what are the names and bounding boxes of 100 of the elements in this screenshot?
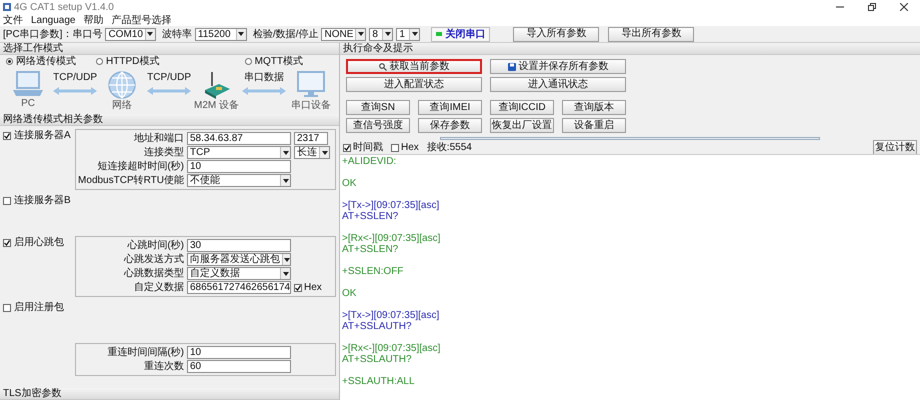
log-line: OK [342, 288, 356, 299]
menu-item[interactable]: Language [31, 14, 76, 26]
radio-label: 网络透传模式 [16, 56, 76, 67]
dropdown[interactable]: 不使能 [187, 174, 291, 187]
checkbox[interactable] [391, 144, 399, 152]
field-label: 心跳数据类型 [122, 268, 184, 279]
baud-dropdown[interactable]: 115200 [194, 28, 247, 40]
command-button[interactable]: 设备重启 [562, 118, 626, 133]
laptop-icon [13, 70, 44, 98]
reset-count-button[interactable]: 复位计数 [873, 140, 917, 155]
command-button[interactable]: 查询SN [346, 100, 410, 115]
caret-icon [282, 272, 288, 276]
section-header: 执行命令及提示 [340, 43, 920, 55]
log-line: +SSLEN:OFF [342, 266, 404, 277]
command-button[interactable]: 查信号强度 [346, 118, 410, 133]
checkbox[interactable] [3, 304, 11, 312]
checkbox-label: 时间戳 [353, 142, 383, 153]
caret-icon [282, 178, 288, 182]
radio-button[interactable] [244, 58, 252, 65]
restore-icon[interactable] [868, 3, 876, 11]
caret-icon [322, 150, 328, 154]
format-label: 检验/数据/停止 [252, 28, 318, 42]
port-dropdown[interactable]: COM10 [105, 28, 156, 40]
field-label: ModbusTCP转RTU使能 [77, 175, 184, 186]
globe-icon [107, 70, 138, 100]
radio-label: HTTPD模式 [106, 56, 160, 67]
command-button[interactable]: 查询IMEI [418, 100, 482, 115]
port-label: [PC串口参数]：串口号 [3, 28, 102, 42]
export-button[interactable]: 导出所有参数 [608, 26, 694, 42]
import-button[interactable]: 导入所有参数 [513, 26, 600, 42]
log-line: +ALIDEVID: [342, 156, 396, 167]
input-field[interactable]: 60 [187, 360, 291, 373]
serial-port-button[interactable]: 关闭串口 [431, 26, 490, 42]
section-header: TLS加密参数 [0, 388, 339, 400]
field-label: 重连次数 [143, 361, 184, 372]
checkbox[interactable] [343, 144, 351, 152]
input-field[interactable]: 686561727462656174 [187, 281, 291, 294]
dropdown[interactable]: 自定义数据 [187, 267, 291, 280]
caret-icon [147, 32, 154, 36]
input-field[interactable]: 30 [187, 239, 291, 252]
double-arrow-icon [53, 87, 98, 95]
checkbox[interactable] [3, 132, 11, 140]
parity-dropdown[interactable]: NONE [321, 28, 366, 40]
section-header: 网络透传模式相关参数 [0, 114, 339, 126]
log-line: AT+SSLEN? [342, 211, 398, 222]
data-bits-dropdown[interactable]: 8 [369, 28, 394, 40]
dropdown[interactable]: TCP [187, 146, 291, 159]
log-line: +SSLAUTH:ALL [342, 376, 415, 387]
checkbox-label: Hex [401, 142, 419, 153]
menu-item[interactable]: 产品型号选择 [112, 14, 172, 26]
dropdown[interactable]: 向服务器发送心跳包 [187, 253, 291, 266]
checkbox[interactable] [294, 284, 302, 292]
command-button[interactable]: 设置并保存所有参数 [490, 59, 626, 74]
field-label: 自定义数据 [133, 282, 184, 293]
field-label: 短连接超时时间(秒) [96, 161, 184, 172]
radio-button[interactable] [96, 58, 103, 65]
node-label: M2M 设备 [194, 100, 239, 111]
command-button[interactable]: 进入通讯状态 [490, 77, 626, 92]
caret-icon [284, 258, 290, 262]
monitor-icon [296, 70, 326, 100]
log-line: AT+SSLEN? [342, 244, 398, 255]
input-field[interactable]: 58.34.63.87 [187, 132, 291, 145]
checkbox[interactable] [3, 196, 11, 204]
link-label: TCP/UDP [147, 72, 192, 83]
command-button[interactable]: 获取当前参数 [346, 59, 482, 74]
command-button[interactable]: 保存参数 [418, 118, 482, 133]
link-label: 串口数据 [244, 72, 284, 83]
menu-item[interactable]: 文件 [3, 14, 23, 26]
receive-count: 接收:5554 [426, 142, 473, 153]
log-line: >[Tx->][09:07:35][asc] [342, 310, 440, 321]
checkbox[interactable] [3, 238, 11, 246]
app-icon [3, 3, 11, 11]
link-label: TCP/UDP [53, 72, 98, 83]
search-icon [378, 62, 386, 70]
checkbox-label: 连接服务器A [14, 130, 71, 141]
command-button[interactable]: 恢复出厂设置 [490, 118, 554, 133]
section-header: 选择工作模式 [0, 43, 339, 55]
radio-button[interactable] [6, 58, 13, 65]
stop-bits-dropdown[interactable]: 1 [396, 28, 420, 40]
node-label: PC [21, 98, 36, 109]
caret-icon [282, 150, 288, 154]
field-label: 心跳发送方式 [122, 254, 184, 265]
menu-item[interactable]: 帮助 [84, 14, 104, 26]
floppy-icon [508, 62, 516, 70]
caret-icon [412, 32, 418, 36]
input-field[interactable]: 10 [187, 346, 291, 359]
double-arrow-icon [147, 87, 192, 95]
log-line: AT+SSLAUTH? [342, 321, 412, 332]
command-button[interactable]: 查询ICCID [490, 100, 554, 115]
baud-label: 波特率 [162, 28, 192, 42]
close-icon[interactable] [900, 3, 908, 11]
command-button[interactable]: 进入配置状态 [346, 77, 482, 92]
command-button[interactable]: 查询版本 [562, 100, 626, 115]
caret-icon [358, 32, 364, 36]
log-line: >[Rx<-][09:07:35][asc] [342, 233, 440, 244]
field-label: 连接类型 [143, 147, 184, 158]
caret-icon [384, 32, 391, 36]
input-field[interactable]: 2317 [294, 132, 328, 145]
dropdown[interactable]: 长连 [294, 146, 330, 159]
input-field[interactable]: 10 [187, 160, 291, 173]
